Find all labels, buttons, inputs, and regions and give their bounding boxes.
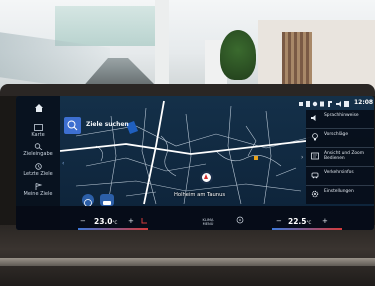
menu-item-sprachhinweise[interactable]: Sprachhinweise bbox=[306, 110, 374, 127]
dashboard-lower bbox=[0, 225, 375, 286]
rail-item-zieleingabe[interactable]: Zieleingabe bbox=[16, 143, 60, 157]
menu-item-label: Sprachhinweise bbox=[324, 113, 359, 118]
navigation-arrow-icon bbox=[204, 174, 208, 179]
menu-item-label: Einstellungen bbox=[324, 189, 354, 194]
left-temp-value: 23.0 bbox=[94, 217, 113, 226]
menu-item-verkehrsinfos[interactable]: Verkehrsinfos bbox=[306, 166, 374, 184]
menu-item-einstellungen[interactable]: Einstellungen bbox=[306, 185, 374, 203]
car-interior-photo: Karte Zieleingabe Letzte Ziele Meine Zie… bbox=[0, 0, 375, 286]
search-button[interactable] bbox=[64, 117, 81, 134]
rail-item-label: Zieleingabe bbox=[23, 151, 53, 157]
temp-unit: °C bbox=[306, 220, 312, 225]
rail-item-letzte-ziele[interactable]: Letzte Ziele bbox=[16, 163, 60, 177]
climate-bar: − 23.0°C + KLIMA MENÜ − 22.5°C + bbox=[16, 206, 374, 230]
menu-item-label: Verkehrsinfos bbox=[324, 170, 354, 175]
left-temperature[interactable]: 23.0°C bbox=[94, 217, 117, 226]
potted-plant bbox=[220, 30, 256, 80]
temp-unit: °C bbox=[112, 220, 118, 225]
home-icon[interactable] bbox=[35, 104, 43, 112]
right-temperature[interactable]: 22.5°C bbox=[288, 217, 311, 226]
fan-icon[interactable] bbox=[236, 216, 244, 224]
right-temp-decrease-button[interactable]: − bbox=[276, 217, 282, 225]
route-options-button[interactable] bbox=[100, 194, 114, 206]
menu-item-label: Ansicht und Zoom Bedienen bbox=[324, 151, 365, 161]
dashboard-top bbox=[0, 84, 375, 96]
search-icon bbox=[67, 120, 78, 131]
right-temp-indicator bbox=[272, 228, 342, 230]
rail-item-meine-ziele[interactable]: Meine Ziele bbox=[16, 183, 60, 197]
map-options-panel: Sprachhinweise Vorschläge Ansicht und Zo… bbox=[306, 110, 374, 204]
left-temp-indicator bbox=[78, 228, 148, 230]
map-icon bbox=[33, 124, 43, 131]
status-icons bbox=[299, 101, 349, 107]
compass-button[interactable] bbox=[82, 194, 94, 207]
speaker-icon bbox=[311, 115, 316, 121]
pillar bbox=[155, 0, 169, 95]
chevron-right-icon[interactable]: › bbox=[301, 154, 303, 161]
menu-item-label: Vorschläge bbox=[324, 132, 349, 137]
search-icon bbox=[34, 143, 42, 150]
showroom-window bbox=[55, 6, 165, 46]
rail-item-label: Meine Ziele bbox=[23, 191, 53, 197]
climate-menu-button[interactable]: KLIMA MENÜ bbox=[197, 218, 219, 226]
gear-icon bbox=[311, 190, 319, 198]
rail-item-label: Karte bbox=[31, 132, 45, 138]
seat-heating-icon[interactable] bbox=[140, 217, 148, 225]
menu-item-ansicht-zoom[interactable]: Ansicht und Zoom Bedienen bbox=[306, 147, 374, 165]
lightbulb-icon bbox=[312, 133, 318, 141]
chevron-left-icon[interactable]: ‹ bbox=[62, 160, 64, 167]
rail-item-label: Letzte Ziele bbox=[23, 171, 53, 177]
dashboard-trim bbox=[0, 258, 375, 266]
history-icon bbox=[34, 163, 42, 170]
search-label[interactable]: Ziele suchen bbox=[86, 121, 129, 128]
right-temp-increase-button[interactable]: + bbox=[322, 217, 328, 225]
climate-label-bottom: MENÜ bbox=[202, 222, 214, 226]
map-view-icon bbox=[311, 152, 319, 160]
infotainment-display: Karte Zieleingabe Letzte Ziele Meine Zie… bbox=[16, 96, 374, 230]
rail-item-karte[interactable]: Karte bbox=[16, 124, 60, 138]
left-temp-increase-button[interactable]: + bbox=[128, 217, 134, 225]
clock: 12:08 bbox=[354, 99, 374, 106]
wooden-shelf bbox=[282, 32, 312, 90]
traffic-icon bbox=[311, 172, 319, 179]
flag-icon bbox=[35, 183, 42, 190]
menu-item-vorschlaege[interactable]: Vorschläge bbox=[306, 128, 374, 146]
left-temp-decrease-button[interactable]: − bbox=[80, 217, 86, 225]
right-temp-value: 22.5 bbox=[288, 217, 307, 226]
map-city-label: Holheim am Taunus bbox=[174, 192, 226, 198]
